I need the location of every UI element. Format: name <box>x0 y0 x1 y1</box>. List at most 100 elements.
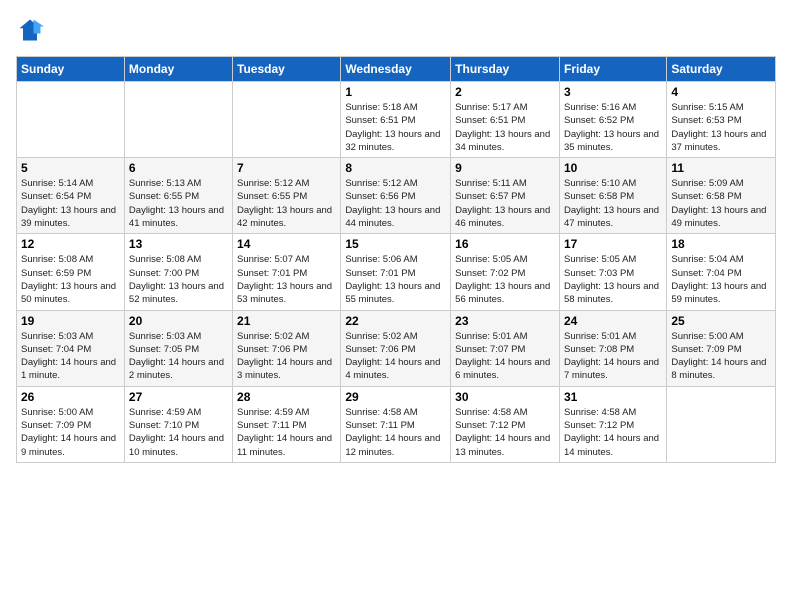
weekday-header-row: SundayMondayTuesdayWednesdayThursdayFrid… <box>17 57 776 82</box>
day-number: 21 <box>237 314 336 328</box>
day-number: 25 <box>671 314 771 328</box>
day-number: 14 <box>237 237 336 251</box>
calendar-day-cell: 2Sunrise: 5:17 AM Sunset: 6:51 PM Daylig… <box>451 82 560 158</box>
day-number: 28 <box>237 390 336 404</box>
day-info: Sunrise: 5:02 AM Sunset: 7:06 PM Dayligh… <box>345 330 446 383</box>
calendar-week-row: 1 Sunrise: 5:18 AM Sunset: 6:51 PM Daylig… <box>17 82 776 158</box>
day-number: 7 <box>237 161 336 175</box>
day-number: 27 <box>129 390 228 404</box>
calendar-day-cell: 29Sunrise: 4:58 AM Sunset: 7:11 PM Dayli… <box>341 386 451 462</box>
day-info: Sunrise: 5:00 AM Sunset: 7:09 PM Dayligh… <box>671 330 771 383</box>
calendar-day-cell: 9 Sunrise: 5:11 AM Sunset: 6:57 PM Daylig… <box>451 158 560 234</box>
day-info: Sunrise: 5:03 AM Sunset: 7:04 PM Dayligh… <box>21 330 120 383</box>
day-info: Sunrise: 5:01 AM Sunset: 7:08 PM Dayligh… <box>564 330 662 383</box>
calendar-day-cell: 10 Sunrise: 5:10 AM Sunset: 6:58 PM Dayli… <box>559 158 666 234</box>
day-number: 12 <box>21 237 120 251</box>
day-info: Sunrise: 4:59 AM Sunset: 7:11 PM Dayligh… <box>237 406 336 459</box>
day-info: Sunrise: 5:18 AM Sunset: 6:51 PM Dayligh… <box>345 101 446 154</box>
day-number: 20 <box>129 314 228 328</box>
day-info: Sunrise: 4:58 AM Sunset: 7:11 PM Dayligh… <box>345 406 446 459</box>
weekday-header-cell: Sunday <box>17 57 125 82</box>
calendar-day-cell: 24 Sunrise: 5:01 AM Sunset: 7:08 PM Dayli… <box>559 310 666 386</box>
day-info: Sunrise: 5:05 AM Sunset: 7:03 PM Dayligh… <box>564 253 662 306</box>
calendar-day-cell: 14 Sunrise: 5:07 AM Sunset: 7:01 PM Dayli… <box>233 234 341 310</box>
day-number: 30 <box>455 390 555 404</box>
calendar-day-cell: 3 Sunrise: 5:16 AM Sunset: 6:52 PM Daylig… <box>559 82 666 158</box>
weekday-header-cell: Wednesday <box>341 57 451 82</box>
calendar-day-cell: 27 Sunrise: 4:59 AM Sunset: 7:10 PM Dayli… <box>124 386 232 462</box>
weekday-header-cell: Friday <box>559 57 666 82</box>
day-number: 22 <box>345 314 446 328</box>
calendar-day-cell: 16 Sunrise: 5:05 AM Sunset: 7:02 PM Dayli… <box>451 234 560 310</box>
day-number: 10 <box>564 161 662 175</box>
calendar-day-cell: 4 Sunrise: 5:15 AM Sunset: 6:53 PM Daylig… <box>667 82 776 158</box>
day-number: 31 <box>564 390 662 404</box>
day-number: 18 <box>671 237 771 251</box>
calendar-day-cell: 31 Sunrise: 4:58 AM Sunset: 7:12 PM Dayli… <box>559 386 666 462</box>
day-info: Sunrise: 5:16 AM Sunset: 6:52 PM Dayligh… <box>564 101 662 154</box>
calendar-day-cell: 22 Sunrise: 5:02 AM Sunset: 7:06 PM Dayli… <box>341 310 451 386</box>
day-number: 9 <box>455 161 555 175</box>
day-info: Sunrise: 5:10 AM Sunset: 6:58 PM Dayligh… <box>564 177 662 230</box>
calendar-day-cell <box>17 82 125 158</box>
calendar-day-cell: 13 Sunrise: 5:08 AM Sunset: 7:00 PM Dayli… <box>124 234 232 310</box>
calendar-day-cell: 21 Sunrise: 5:02 AM Sunset: 7:06 PM Dayli… <box>233 310 341 386</box>
day-number: 17 <box>564 237 662 251</box>
day-number: 16 <box>455 237 555 251</box>
calendar-day-cell: 15Sunrise: 5:06 AM Sunset: 7:01 PM Dayli… <box>341 234 451 310</box>
day-number: 1 <box>345 85 446 99</box>
day-number: 13 <box>129 237 228 251</box>
day-number: 8 <box>345 161 446 175</box>
calendar-day-cell: 1 Sunrise: 5:18 AM Sunset: 6:51 PM Daylig… <box>341 82 451 158</box>
calendar-day-cell: 20 Sunrise: 5:03 AM Sunset: 7:05 PM Dayli… <box>124 310 232 386</box>
calendar-day-cell <box>667 386 776 462</box>
calendar-day-cell: 17 Sunrise: 5:05 AM Sunset: 7:03 PM Dayli… <box>559 234 666 310</box>
calendar-week-row: 26 Sunrise: 5:00 AM Sunset: 7:09 PM Dayli… <box>17 386 776 462</box>
weekday-header-cell: Tuesday <box>233 57 341 82</box>
day-info: Sunrise: 5:03 AM Sunset: 7:05 PM Dayligh… <box>129 330 228 383</box>
day-info: Sunrise: 5:07 AM Sunset: 7:01 PM Dayligh… <box>237 253 336 306</box>
day-info: Sunrise: 5:05 AM Sunset: 7:02 PM Dayligh… <box>455 253 555 306</box>
day-number: 5 <box>21 161 120 175</box>
day-info: Sunrise: 5:08 AM Sunset: 7:00 PM Dayligh… <box>129 253 228 306</box>
day-info: Sunrise: 5:17 AM Sunset: 6:51 PM Dayligh… <box>455 101 555 154</box>
calendar-day-cell <box>233 82 341 158</box>
calendar-table: SundayMondayTuesdayWednesdayThursdayFrid… <box>16 56 776 463</box>
day-number: 19 <box>21 314 120 328</box>
day-info: Sunrise: 5:08 AM Sunset: 6:59 PM Dayligh… <box>21 253 120 306</box>
day-number: 23 <box>455 314 555 328</box>
day-info: Sunrise: 4:59 AM Sunset: 7:10 PM Dayligh… <box>129 406 228 459</box>
calendar-day-cell: 28 Sunrise: 4:59 AM Sunset: 7:11 PM Dayli… <box>233 386 341 462</box>
day-info: Sunrise: 5:01 AM Sunset: 7:07 PM Dayligh… <box>455 330 555 383</box>
day-info: Sunrise: 5:06 AM Sunset: 7:01 PM Dayligh… <box>345 253 446 306</box>
day-info: Sunrise: 5:13 AM Sunset: 6:55 PM Dayligh… <box>129 177 228 230</box>
calendar-day-cell: 19 Sunrise: 5:03 AM Sunset: 7:04 PM Dayli… <box>17 310 125 386</box>
day-number: 24 <box>564 314 662 328</box>
calendar-day-cell: 8 Sunrise: 5:12 AM Sunset: 6:56 PM Daylig… <box>341 158 451 234</box>
calendar-day-cell: 23 Sunrise: 5:01 AM Sunset: 7:07 PM Dayli… <box>451 310 560 386</box>
day-info: Sunrise: 5:15 AM Sunset: 6:53 PM Dayligh… <box>671 101 771 154</box>
page-header <box>16 16 776 44</box>
day-info: Sunrise: 5:02 AM Sunset: 7:06 PM Dayligh… <box>237 330 336 383</box>
day-info: Sunrise: 5:00 AM Sunset: 7:09 PM Dayligh… <box>21 406 120 459</box>
calendar-week-row: 12 Sunrise: 5:08 AM Sunset: 6:59 PM Dayli… <box>17 234 776 310</box>
day-info: Sunrise: 5:12 AM Sunset: 6:55 PM Dayligh… <box>237 177 336 230</box>
day-info: Sunrise: 5:04 AM Sunset: 7:04 PM Dayligh… <box>671 253 771 306</box>
calendar-day-cell: 26 Sunrise: 5:00 AM Sunset: 7:09 PM Dayli… <box>17 386 125 462</box>
day-info: Sunrise: 5:11 AM Sunset: 6:57 PM Dayligh… <box>455 177 555 230</box>
day-number: 6 <box>129 161 228 175</box>
calendar-day-cell: 30 Sunrise: 4:58 AM Sunset: 7:12 PM Dayli… <box>451 386 560 462</box>
calendar-day-cell: 6 Sunrise: 5:13 AM Sunset: 6:55 PM Daylig… <box>124 158 232 234</box>
day-number: 4 <box>671 85 771 99</box>
calendar-day-cell <box>124 82 232 158</box>
day-info: Sunrise: 4:58 AM Sunset: 7:12 PM Dayligh… <box>455 406 555 459</box>
day-number: 3 <box>564 85 662 99</box>
calendar-day-cell: 12 Sunrise: 5:08 AM Sunset: 6:59 PM Dayli… <box>17 234 125 310</box>
day-info: Sunrise: 4:58 AM Sunset: 7:12 PM Dayligh… <box>564 406 662 459</box>
calendar-day-cell: 5Sunrise: 5:14 AM Sunset: 6:54 PM Daylig… <box>17 158 125 234</box>
logo <box>16 16 48 44</box>
day-number: 11 <box>671 161 771 175</box>
calendar-day-cell: 18 Sunrise: 5:04 AM Sunset: 7:04 PM Dayli… <box>667 234 776 310</box>
day-info: Sunrise: 5:12 AM Sunset: 6:56 PM Dayligh… <box>345 177 446 230</box>
day-number: 26 <box>21 390 120 404</box>
